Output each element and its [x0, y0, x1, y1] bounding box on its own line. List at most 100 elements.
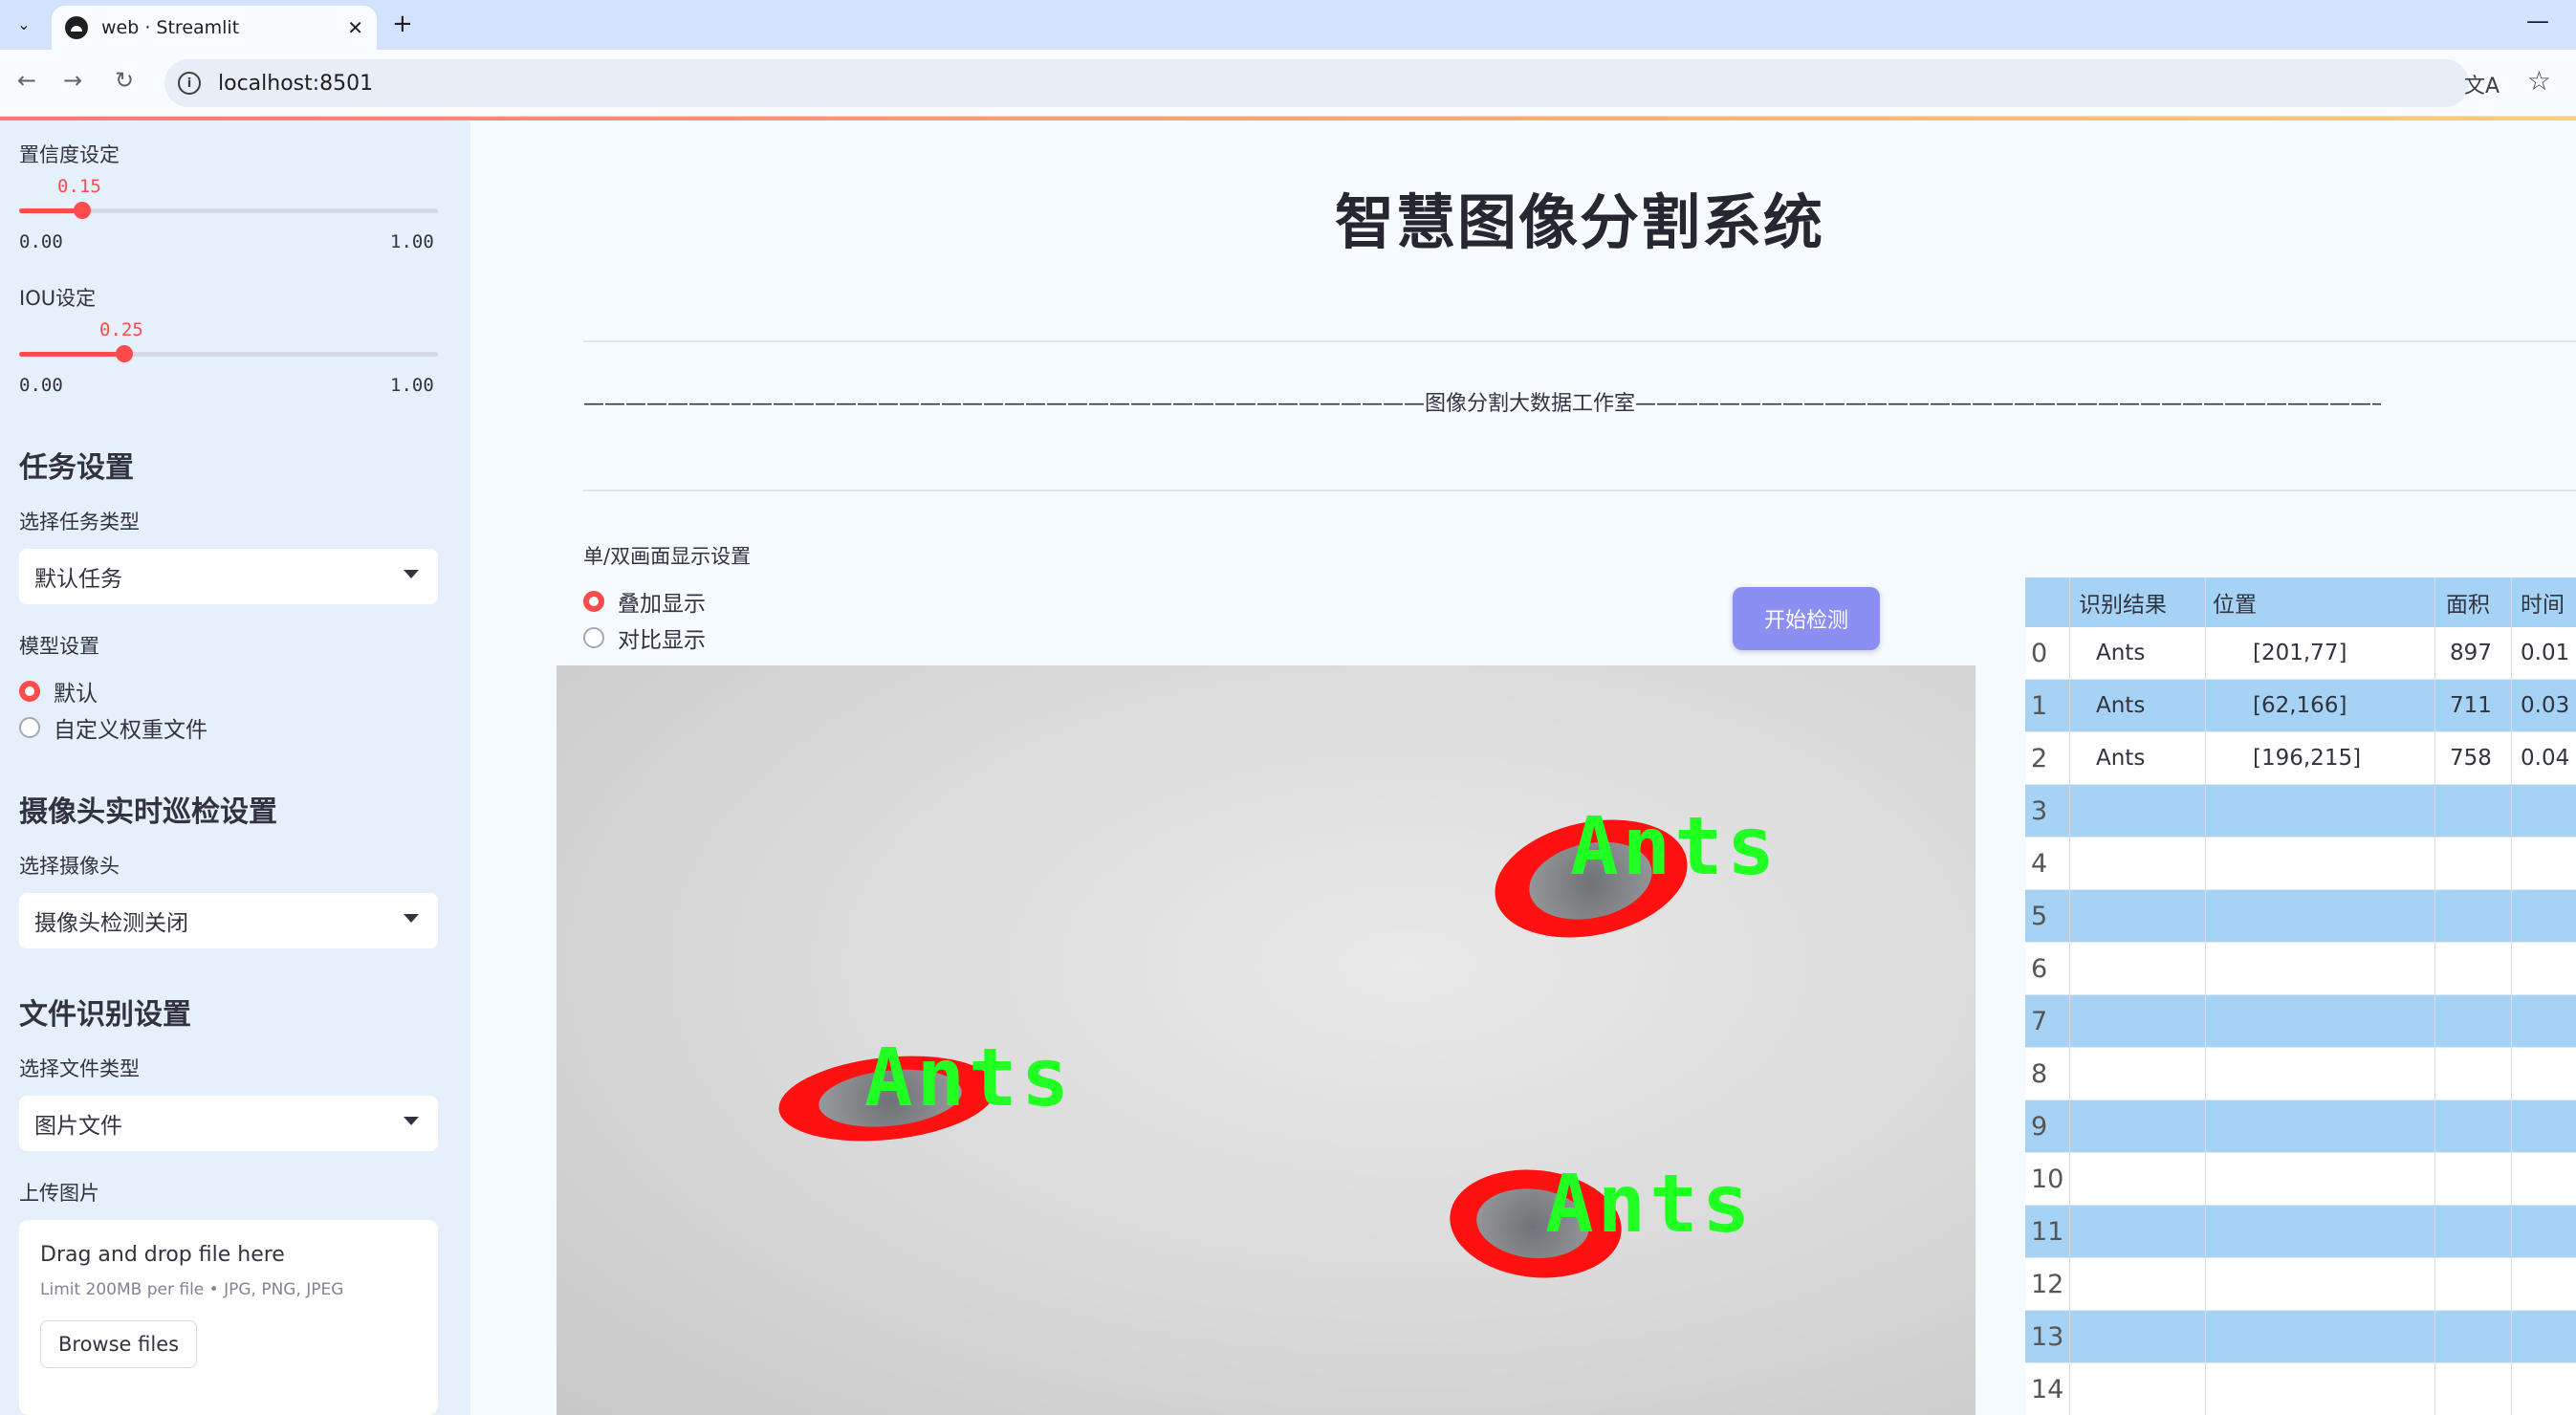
result-cell: Ants	[2096, 641, 2146, 665]
radio-unselected-icon	[583, 627, 604, 648]
table-row[interactable]: 12	[2025, 1258, 2576, 1311]
area-cell: 758	[2450, 746, 2492, 771]
browser-toolbar: ← → ↻ i localhost:8501 文A ☆	[0, 50, 2576, 117]
row-index: 6	[2031, 953, 2048, 984]
confidence-min: 0.00	[19, 231, 63, 252]
table-row[interactable]: 9	[2025, 1100, 2576, 1153]
results-table[interactable]: 识别结果 位置 面积 时间 0 Ants [201,77] 897 0.01 1 Ants[…	[2025, 577, 2576, 1415]
column-divider	[2511, 577, 2512, 1415]
row-index: 8	[2031, 1058, 2048, 1089]
file-settings-heading: 文件识别设置	[19, 998, 191, 1032]
result-cell: Ants	[2096, 693, 2146, 718]
time-cell: 0.03	[2521, 693, 2570, 718]
segmentation-result-image: Ants Ants Ants	[557, 665, 1976, 1415]
table-header: 识别结果 位置 面积 时间	[2025, 577, 2576, 627]
model-settings-label: 模型设置	[19, 635, 99, 658]
table-row[interactable]: 13	[2025, 1311, 2576, 1363]
row-index: 2	[2031, 743, 2048, 773]
table-row[interactable]: 7	[2025, 995, 2576, 1048]
column-divider	[2205, 577, 2206, 1415]
ant-detection-label: Ants	[1545, 1157, 1755, 1251]
area-cell: 897	[2450, 641, 2492, 665]
back-icon[interactable]: ←	[17, 67, 36, 94]
iou-slider-thumb[interactable]	[115, 345, 133, 362]
confidence-label: 置信度设定	[19, 143, 120, 166]
table-row[interactable]: 1 Ants [62,166] 711 0.03	[2025, 680, 2576, 732]
reload-icon[interactable]: ↻	[115, 67, 134, 94]
column-divider	[2434, 577, 2435, 1415]
confidence-slider[interactable]	[19, 202, 438, 219]
row-index: 4	[2031, 848, 2048, 879]
column-divider	[2069, 577, 2070, 1415]
table-row[interactable]: 8	[2025, 1048, 2576, 1100]
table-row[interactable]: 5	[2025, 890, 2576, 943]
row-index: 10	[2031, 1164, 2064, 1194]
row-index: 11	[2031, 1216, 2064, 1247]
file-dropzone[interactable]: Drag and drop file here Limit 200MB per …	[19, 1220, 438, 1415]
position-cell: [196,215]	[2253, 746, 2362, 771]
model-option-default[interactable]: 默认	[19, 675, 98, 708]
display-mode-option: 对比显示	[618, 628, 706, 653]
time-cell: 0.04	[2521, 746, 2570, 771]
site-info-icon[interactable]: i	[178, 72, 201, 95]
iou-slider[interactable]	[19, 345, 438, 362]
table-row[interactable]: 0 Ants [201,77] 897 0.01	[2025, 627, 2576, 680]
model-option-label: 自定义权重文件	[54, 718, 207, 743]
row-index: 0	[2031, 638, 2048, 668]
task-type-select[interactable]: 默认任务	[19, 549, 438, 604]
window-minimize-icon[interactable]: —	[2526, 8, 2549, 34]
table-row[interactable]: 6	[2025, 943, 2576, 995]
divider	[583, 340, 2576, 342]
position-cell: [62,166]	[2253, 693, 2347, 718]
row-index: 3	[2031, 795, 2048, 826]
streamlit-favicon-icon	[65, 16, 88, 39]
bookmark-star-icon[interactable]: ☆	[2527, 65, 2551, 97]
area-cell: 711	[2450, 693, 2492, 718]
page-title: 智慧图像分割系统	[1334, 187, 1824, 257]
camera-select-label: 选择摄像头	[19, 855, 120, 878]
row-index: 9	[2031, 1111, 2048, 1142]
task-type-label: 选择任务类型	[19, 511, 140, 533]
camera-settings-heading: 摄像头实时巡检设置	[19, 795, 277, 829]
tab-search-dropdown-icon[interactable]: ⌄	[10, 10, 38, 38]
new-tab-icon[interactable]: +	[392, 10, 413, 38]
table-row[interactable]: 3	[2025, 785, 2576, 838]
ant-detection-label: Ants	[864, 1031, 1074, 1124]
row-index: 14	[2031, 1374, 2064, 1404]
model-option-custom[interactable]: 自定义权重文件	[19, 711, 207, 744]
row-index: 5	[2031, 901, 2048, 931]
dropzone-limit-text: Limit 200MB per file • JPG, PNG, JPEG	[40, 1280, 344, 1299]
confidence-value: 0.15	[57, 176, 101, 197]
table-row[interactable]: 4	[2025, 838, 2576, 890]
confidence-slider-thumb[interactable]	[73, 202, 91, 219]
radio-unselected-icon	[19, 717, 40, 738]
start-detection-button[interactable]: 开始检测	[1733, 587, 1880, 650]
confidence-slider-fill	[19, 208, 82, 213]
camera-select[interactable]: 摄像头检测关闭	[19, 893, 438, 948]
tab-close-icon[interactable]: ✕	[347, 16, 363, 39]
display-mode-overlay[interactable]: 叠加显示	[583, 585, 706, 618]
model-option-label: 默认	[54, 682, 98, 707]
translate-icon[interactable]: 文A	[2464, 69, 2500, 99]
browser-tab[interactable]: web · Streamlit ✕	[52, 6, 377, 50]
table-row[interactable]: 11	[2025, 1206, 2576, 1258]
task-settings-heading: 任务设置	[19, 451, 134, 485]
result-cell: Ants	[2096, 746, 2146, 771]
address-bar[interactable]: i localhost:8501	[164, 59, 2469, 107]
file-type-select[interactable]: 图片文件	[19, 1096, 438, 1151]
forward-icon[interactable]: →	[63, 67, 82, 94]
radio-selected-icon	[583, 591, 604, 612]
table-row[interactable]: 2 Ants [196,215] 758 0.04	[2025, 732, 2576, 785]
table-row[interactable]: 14	[2025, 1363, 2576, 1415]
column-header: 识别结果	[2079, 593, 2167, 618]
table-row[interactable]: 10	[2025, 1153, 2576, 1206]
confidence-max: 1.00	[390, 231, 434, 252]
row-index: 13	[2031, 1321, 2064, 1352]
browser-tab-bar: ⌄ web · Streamlit ✕ + —	[0, 0, 2576, 50]
iou-min: 0.00	[19, 375, 63, 396]
browse-files-button[interactable]: Browse files	[40, 1320, 198, 1368]
dropzone-title: Drag and drop file here	[40, 1243, 285, 1267]
studio-subtitle: ————————————————————————————————————————…	[583, 392, 2381, 416]
chevron-down-icon	[404, 914, 419, 923]
display-mode-compare[interactable]: 对比显示	[583, 621, 706, 654]
